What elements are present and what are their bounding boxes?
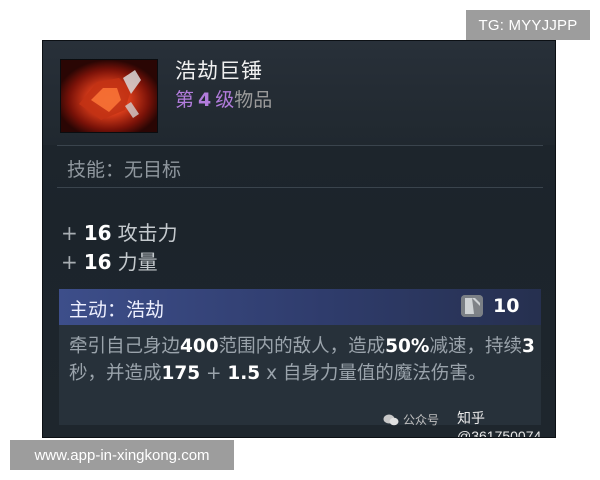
stat-strength: +16 力量 [61, 246, 158, 275]
stat-sign: + [61, 250, 78, 274]
tier-number: 4 [198, 89, 212, 111]
wechat-icon [383, 414, 399, 426]
desc-value: 3 [521, 336, 535, 357]
active-ability-header: 主动：浩劫 10 [59, 289, 541, 325]
divider [57, 145, 543, 146]
active-ability-title: 主动：浩劫 [69, 299, 165, 321]
divider [57, 187, 543, 188]
stat-label: 力量 [117, 250, 158, 274]
item-tooltip: 浩劫巨锤 第 4 级物品 技能：无目标 +16 攻击力 +16 力量 主动：浩劫 10 … [42, 40, 556, 438]
desc-text: + [200, 363, 228, 384]
hammer-item-icon [60, 59, 158, 133]
cooldown-value: 10 [493, 295, 520, 317]
bottom-left-tag: www.app-in-xingkong.com [10, 440, 234, 470]
desc-text: 牵引自己身边 [69, 336, 181, 357]
desc-text: 减速，持续 [429, 336, 522, 357]
desc-text: x 自身力量值的魔法伤害。 [260, 363, 487, 384]
top-right-tag: TG: MYYJJPP [466, 10, 590, 40]
tier-suffix: 级 [215, 89, 235, 111]
skill-target-type: 技能：无目标 [67, 159, 182, 181]
stat-value: 16 [83, 221, 112, 245]
stat-attack-damage: +16 攻击力 [61, 217, 178, 246]
cooldown-icon [461, 295, 483, 317]
ability-description: 牵引自己身边400范围内的敌人，造成50%减速，持续3 秒，并造成175 + 1.… [69, 333, 537, 387]
desc-value: 50% [385, 336, 430, 357]
desc-value: 400 [180, 336, 219, 357]
desc-value: 175 [161, 363, 201, 384]
item-name: 浩劫巨锤 [175, 59, 263, 83]
item-tier: 第 4 级物品 [175, 85, 272, 112]
stat-label: 攻击力 [117, 221, 178, 245]
wechat-label: 公众号 [403, 413, 440, 427]
wechat-watermark: 公众号 [383, 411, 439, 428]
desc-value: 1.5 [227, 363, 261, 384]
desc-text: 范围内的敌人，造成 [218, 336, 386, 357]
zhihu-watermark: 知乎 @361750074 [457, 410, 542, 438]
tier-category: 物品 [234, 89, 273, 111]
tier-prefix: 第 [175, 89, 195, 111]
desc-text: 秒，并造成 [69, 363, 162, 384]
stat-value: 16 [83, 250, 112, 274]
stat-sign: + [61, 221, 78, 245]
